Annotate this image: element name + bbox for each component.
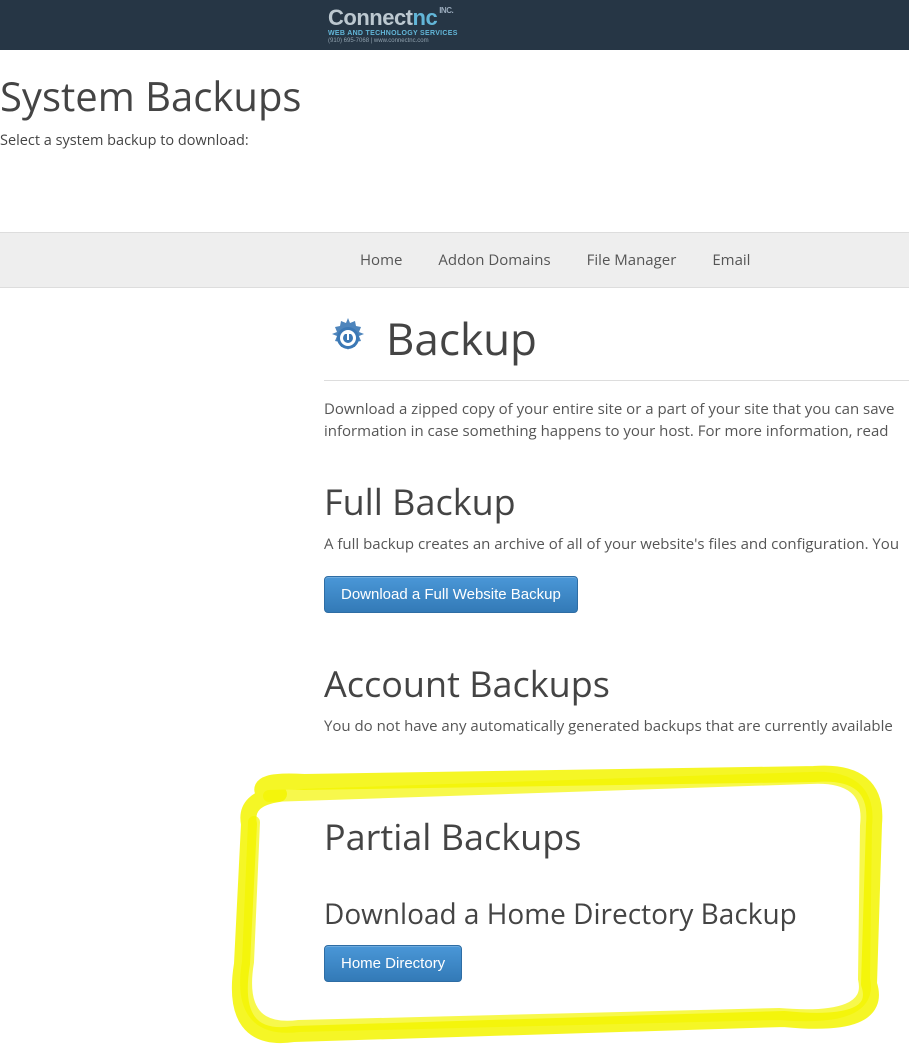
intro: System Backups Select a system backup to… xyxy=(0,50,909,150)
backup-heading: Backup xyxy=(386,308,537,368)
full-backup-title: Full Backup xyxy=(324,477,909,526)
logo-text-right: nc xyxy=(413,5,438,30)
nav-bar: Home Addon Domains File Manager Email xyxy=(0,232,909,288)
gear-backup-icon xyxy=(324,314,372,362)
logo-tagline: WEB AND TECHNOLOGY SERVICES xyxy=(328,30,458,37)
full-backup-desc: A full backup creates an archive of all … xyxy=(324,534,909,554)
account-backups-title: Account Backups xyxy=(324,659,909,708)
logo-main: ConnectncINC. xyxy=(328,7,458,29)
logo: ConnectncINC. WEB AND TECHNOLOGY SERVICE… xyxy=(328,7,458,44)
top-band: ConnectncINC. WEB AND TECHNOLOGY SERVICE… xyxy=(0,0,909,50)
nav-file-manager[interactable]: File Manager xyxy=(569,232,695,288)
nav-email[interactable]: Email xyxy=(694,232,768,288)
logo-text-left: Connect xyxy=(328,5,413,30)
partial-backups-title: Partial Backups xyxy=(324,812,909,861)
nav-addon-domains[interactable]: Addon Domains xyxy=(420,232,568,288)
partial-backups-section: Partial Backups Download a Home Director… xyxy=(324,794,909,1036)
account-backups-desc: You do not have any automatically genera… xyxy=(324,716,909,736)
download-full-backup-button[interactable]: Download a Full Website Backup xyxy=(324,576,578,613)
home-directory-backup-title: Download a Home Directory Backup xyxy=(324,895,909,933)
backup-description: Download a zipped copy of your entire si… xyxy=(324,399,909,443)
logo-contact: (910) 695-7068 | www.connectnc.com xyxy=(328,38,458,44)
nav-home[interactable]: Home xyxy=(342,232,420,288)
page-subtitle: Select a system backup to download: xyxy=(0,131,909,150)
section-head: Backup xyxy=(324,308,909,381)
content: Backup Download a zipped copy of your en… xyxy=(0,288,909,1036)
home-directory-button[interactable]: Home Directory xyxy=(324,945,462,982)
page-title: System Backups xyxy=(0,68,909,123)
logo-inc: INC. xyxy=(439,6,453,15)
